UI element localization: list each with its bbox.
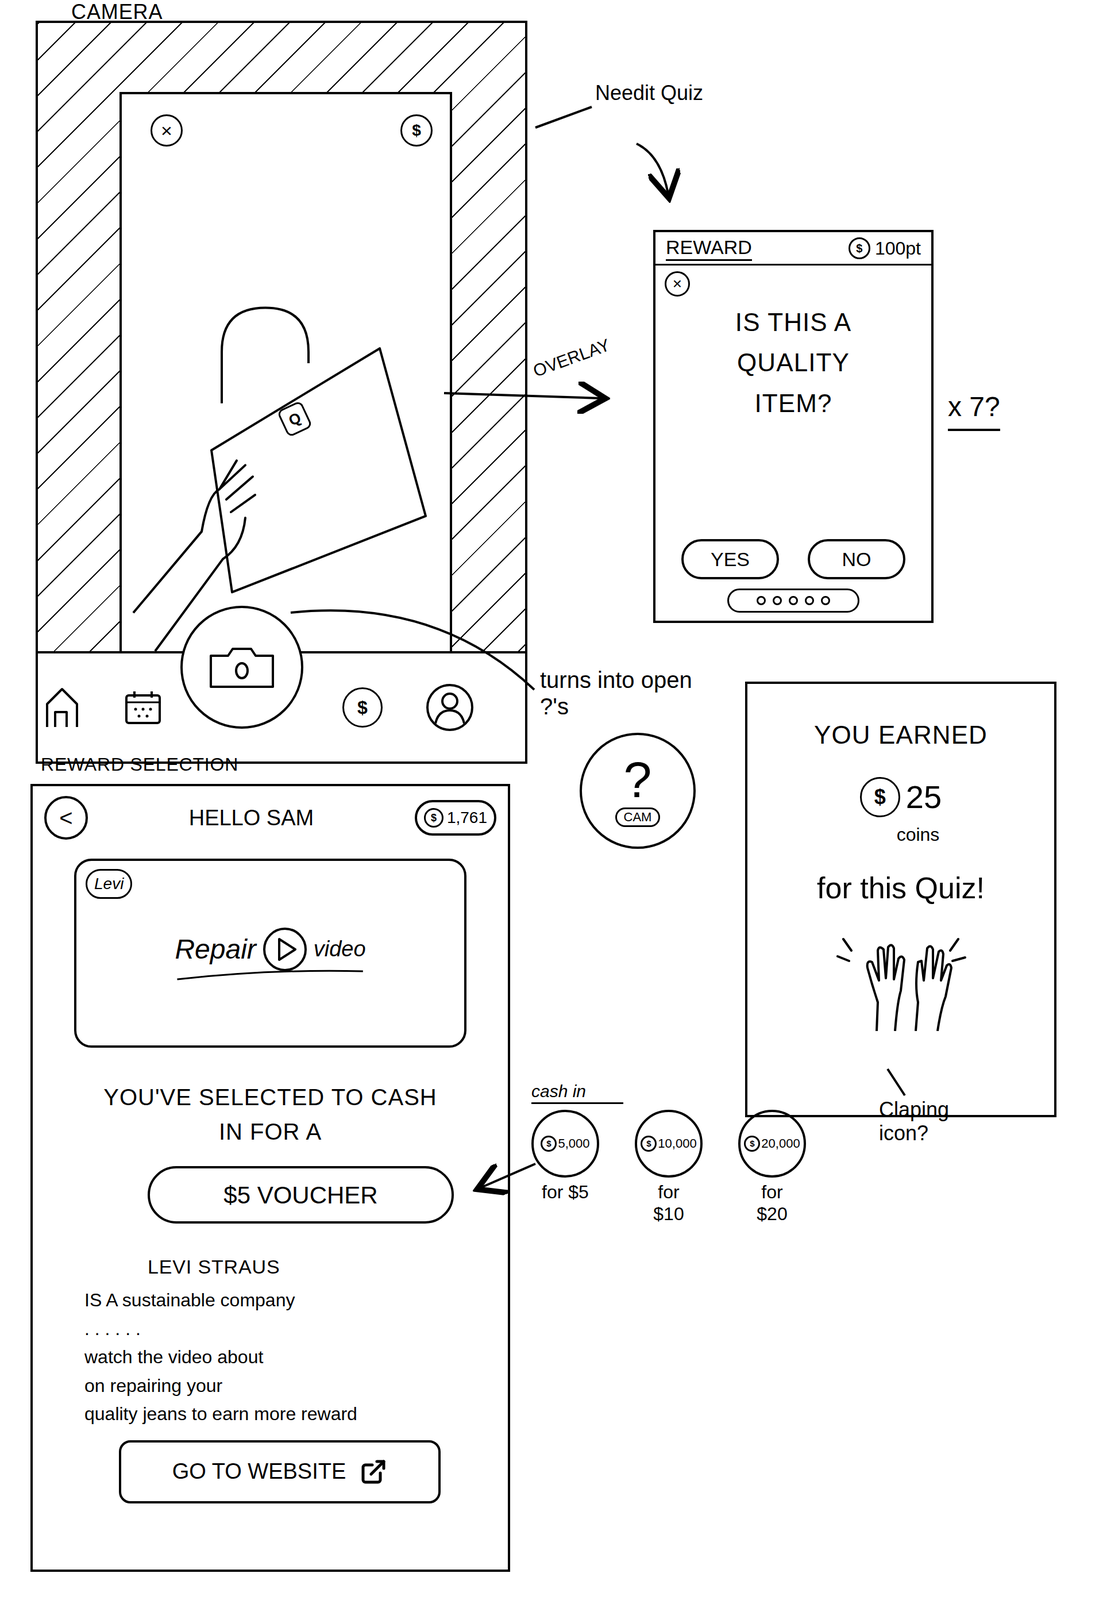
quiz-title: REWARD (665, 234, 752, 262)
coin-icon: $ (640, 1135, 657, 1152)
needit-quiz-note: Needit Quiz (595, 80, 705, 106)
cash-in-price: for $20 (746, 1180, 798, 1225)
description-line: watch the video about (84, 1342, 508, 1372)
quiz-progress (727, 588, 860, 613)
answer-button[interactable]: YES (681, 538, 779, 580)
video-title-before: Repair (174, 928, 256, 970)
earned-message: for this Quiz! (814, 865, 987, 910)
progress-dot (804, 595, 815, 605)
sketch-canvas: CAMERA×$Q$Needit QuizOVERLAYREWARD$100pt… (0, 0, 1103, 1600)
question-symbol: ? (623, 754, 653, 805)
clapping-hands-icon (831, 915, 970, 1031)
progress-dot (788, 595, 798, 605)
quiz-spacer (655, 423, 932, 539)
cash-in-option[interactable]: $20,000for $20 (738, 1109, 806, 1225)
earned-amount: $25 (859, 776, 942, 817)
quiz-header: REWARD $100pt (655, 232, 932, 266)
cash-in-title: cash in (531, 1080, 624, 1104)
coin-icon: $ (859, 776, 901, 817)
cash-in-price: for $5 (539, 1180, 592, 1203)
earned-screen: YOU EARNED $25 coins for this Quiz! (745, 681, 1057, 1117)
cash-in-price: for $10 (642, 1180, 695, 1225)
turns-into-note: turns into open ?'s (540, 666, 713, 720)
video-title: Repair video (174, 926, 366, 981)
external-link-icon (359, 1457, 388, 1486)
quiz-points: $100pt (848, 234, 921, 262)
quiz-answers: YES NO (655, 538, 932, 580)
description-line: . . . . . . (84, 1314, 508, 1344)
balance-pill: $1,761 (414, 799, 497, 836)
progress-dot (756, 595, 766, 605)
cash-in-coin: $10,000 (634, 1109, 703, 1178)
calendar-icon[interactable] (124, 689, 163, 725)
play-icon[interactable] (261, 926, 308, 973)
cash-in-coin: $20,000 (738, 1109, 806, 1178)
description-line: quality jeans to earn more reward (84, 1399, 508, 1429)
voucher-pill: $5 VOUCHER (147, 1165, 454, 1224)
video-title-after: video (313, 932, 366, 966)
cash-in-option[interactable]: $5,000for $5 (531, 1109, 600, 1225)
wallet-button[interactable]: $ (342, 687, 383, 728)
reward-selection-screen: <HELLO SAM$1,761 Levi Repair video YOU'VE SE… (30, 783, 511, 1572)
repeat-note: x 7? (947, 386, 1001, 439)
selection-text: YOU'VE SELECTED TO CASH IN FOR A (98, 1079, 443, 1149)
progress-dot (772, 595, 782, 605)
camera-screen: ×$Q$ (35, 20, 528, 764)
company-name: LEVI STRAUS (147, 1251, 508, 1282)
camera-icon (207, 643, 277, 690)
repeat-text: x 7? (947, 391, 1001, 431)
back-button[interactable]: < (44, 795, 88, 840)
person-icon (432, 688, 468, 727)
quiz-close-button[interactable]: × (664, 271, 690, 297)
answer-button[interactable]: NO (807, 538, 906, 580)
video-card[interactable]: Levi Repair video (74, 858, 467, 1048)
reward-selection-label: REWARD SELECTION (40, 750, 239, 778)
profile-button[interactable] (426, 683, 474, 731)
quiz-screen: REWARD $100pt × IS THIS A QUALITY ITEM? YES N… (653, 229, 934, 623)
connector-lines (0, 0, 1103, 1600)
description-line: on repairing your (84, 1371, 508, 1401)
coin-icon: $ (743, 1135, 761, 1152)
question-camera-button[interactable]: ?CAM (579, 732, 696, 849)
coin-icon: $ (342, 687, 383, 728)
coin-icon: $ (423, 807, 444, 828)
description-line: IS A sustainable company (84, 1285, 508, 1315)
clapping-note: Claping icon? (878, 1097, 994, 1145)
brand-badge: Levi (85, 868, 133, 899)
camera-viewfinder: ×$Q (119, 91, 453, 651)
reward-header: <HELLO SAM$1,761 (32, 785, 508, 850)
cash-in-option[interactable]: $10,000for $10 (634, 1109, 703, 1225)
cash-in-coin: $5,000 (531, 1109, 600, 1178)
quiz-close-row: × (655, 265, 932, 297)
home-icon[interactable] (43, 686, 81, 728)
camera-button[interactable] (180, 605, 304, 729)
coin-balance-button[interactable]: $ (400, 114, 433, 147)
coin-icon: $ (400, 114, 433, 147)
cash-in-options: $5,000for $5 $10,000for $10 $20,000for $20 (531, 1109, 806, 1225)
coin-icon: $ (848, 237, 871, 260)
quiz-question: IS THIS A QUALITY ITEM? (715, 302, 871, 424)
camera-hatch: ×$Q (37, 22, 526, 651)
overlay-note: OVERLAY (529, 332, 614, 384)
underline-stroke (174, 968, 366, 981)
earned-unit: coins (896, 820, 940, 848)
progress-dot (820, 595, 831, 605)
cash-in-panel: cash in $5,000for $5 $10,000for $10 $20,000… (531, 1080, 806, 1225)
close-button[interactable]: × (150, 114, 183, 147)
go-to-website-button[interactable]: GO TO WEBSITE (118, 1439, 441, 1503)
coin-icon: $ (540, 1135, 557, 1152)
description: IS A sustainable company. . . . . .watch… (84, 1285, 508, 1429)
greeting: HELLO SAM (87, 801, 415, 835)
earned-heading: YOU EARNED (814, 715, 988, 754)
cam-label: CAM (615, 807, 661, 827)
person-with-bag-drawing (121, 94, 450, 651)
